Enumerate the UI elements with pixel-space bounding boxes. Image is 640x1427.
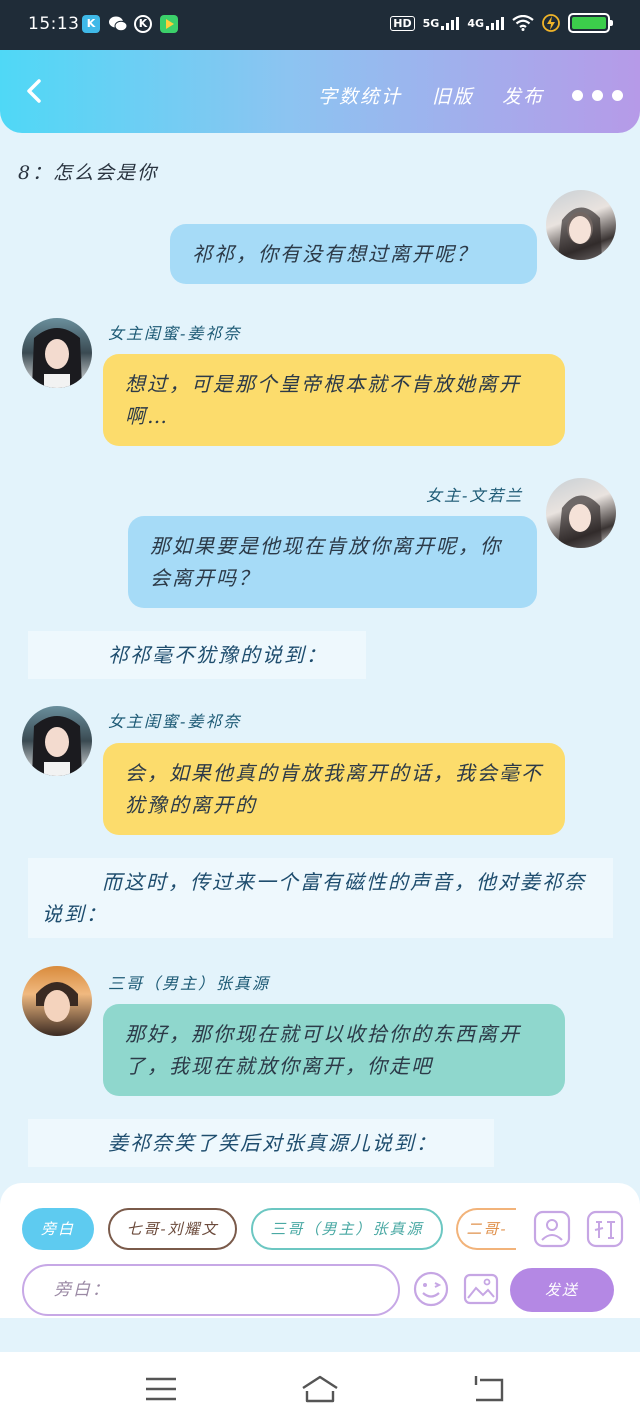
speaker-name: 三哥（男主）张真源 <box>108 974 271 993</box>
image-icon[interactable] <box>462 1270 500 1308</box>
message-bubble[interactable]: 那好，那你现在就可以收拾你的东西离开了，我现在就放你离开，你走吧 <box>103 1004 565 1096</box>
label-4g: 4G <box>467 17 484 30</box>
battery-icon <box>568 13 613 33</box>
narration-block[interactable]: 姜祁奈笑了笑后对张真源儿说到： <box>28 1119 494 1167</box>
signal-4g: 4G <box>467 16 504 30</box>
role-pill-narrator[interactable]: 旁白 <box>22 1208 94 1250</box>
status-time: 15:13 <box>28 14 80 34</box>
message-input[interactable]: 旁白： <box>22 1264 400 1316</box>
label-5g: 5G <box>422 17 440 30</box>
role-pill-second-brother[interactable]: 二哥- <box>456 1208 516 1250</box>
avatar-male-lead[interactable] <box>22 966 92 1036</box>
message-bubble[interactable]: 祁祁，你有没有想过离开呢？ <box>170 224 537 284</box>
menu-icon[interactable] <box>144 1374 178 1404</box>
speaker-name: 女主闺蜜-姜祁奈 <box>108 712 242 731</box>
message-bubble[interactable]: 想过，可是那个皇帝根本就不肯放她离开啊… <box>103 354 565 446</box>
role-manage-icon[interactable] <box>533 1210 571 1248</box>
avatar-female-friend[interactable] <box>22 318 92 388</box>
narration-block[interactable]: 祁祁毫不犹豫的说到： <box>28 631 366 679</box>
signal-bars-icon <box>441 16 460 30</box>
back-arrow-icon[interactable] <box>22 78 48 104</box>
charging-icon <box>542 14 560 32</box>
avatar-female-lead[interactable] <box>546 190 616 260</box>
chapter-heading: 8：怎么会是你 <box>18 162 159 184</box>
signal-5g: 5G <box>423 16 460 30</box>
video-app-icon <box>160 15 178 33</box>
signal-bars-icon <box>486 16 504 30</box>
publish-button[interactable]: 发布 <box>502 82 544 109</box>
role-pill-male-lead[interactable]: 三哥（男主）张真源 <box>251 1208 443 1250</box>
hd-label: HD <box>390 15 415 31</box>
tag-icon[interactable] <box>586 1210 624 1248</box>
avatar-female-friend[interactable] <box>22 706 92 776</box>
emoji-icon[interactable] <box>412 1270 450 1308</box>
k-app-icon: K <box>82 15 100 33</box>
message-bubble[interactable]: 那如果要是他现在肯放你离开呢，你会离开吗？ <box>128 516 537 608</box>
speaker-name: 女主-文若兰 <box>426 486 524 505</box>
word-count-button[interactable]: 字数统计 <box>318 82 402 109</box>
status-indicators: HD 5G 4G <box>390 13 613 33</box>
message-bubble[interactable]: 会，如果他真的肯放我离开的话，我会毫不犹豫的离开的 <box>103 743 565 835</box>
k-circle-icon: K <box>134 15 152 33</box>
top-app-bar: 字数统计 旧版 发布 <box>0 50 640 133</box>
wechat-icon <box>108 15 128 33</box>
role-pill-seventh-brother[interactable]: 七哥-刘耀文 <box>108 1208 237 1250</box>
old-version-button[interactable]: 旧版 <box>432 82 474 109</box>
avatar-female-lead[interactable] <box>546 478 616 548</box>
more-options-icon[interactable] <box>572 90 623 101</box>
speaker-name: 女主闺蜜-姜祁奈 <box>108 324 242 343</box>
send-button[interactable]: 发送 <box>510 1268 614 1312</box>
home-icon[interactable] <box>300 1374 340 1404</box>
narration-block[interactable]: 而这时，传过来一个富有磁性的声音，他对姜祁奈说到： <box>28 858 613 938</box>
system-nav-bar <box>0 1352 640 1427</box>
status-bar: 15:13 K K HD 5G 4G <box>0 0 640 50</box>
wifi-icon <box>512 15 534 31</box>
back-nav-icon[interactable] <box>472 1374 506 1404</box>
